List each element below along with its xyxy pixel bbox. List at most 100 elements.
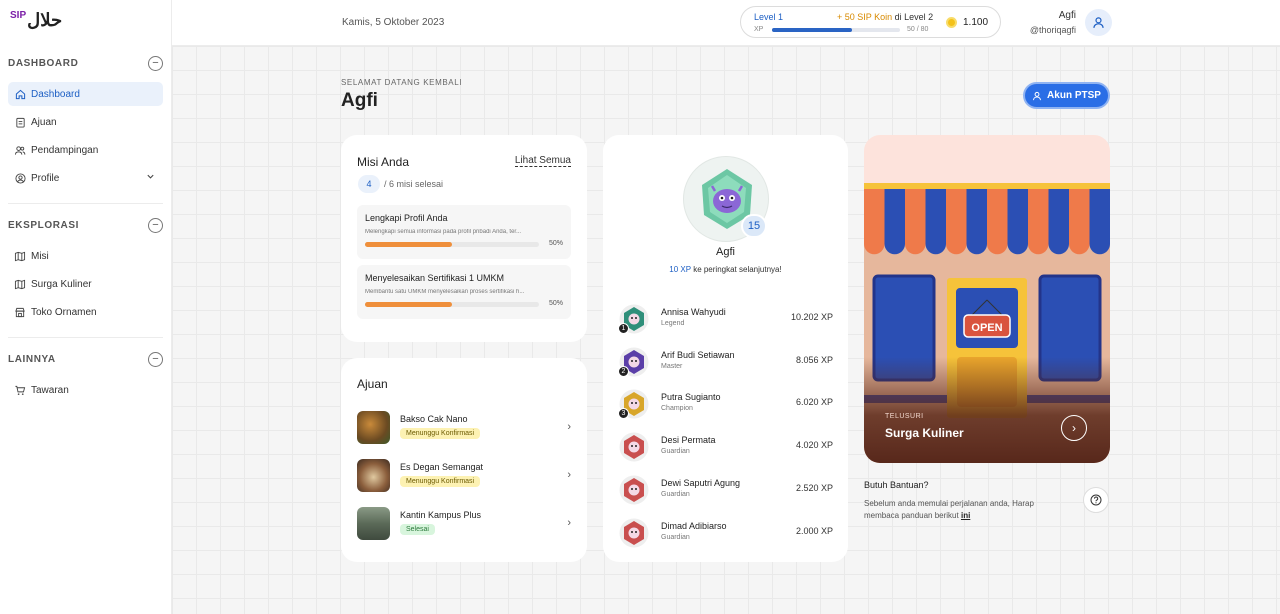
top-header: Kamis, 5 Oktober 2023 Level 1 + 50 SIP K… xyxy=(172,0,1280,46)
sidebar-divider xyxy=(8,337,163,338)
mission-item[interactable]: Lengkapi Profil Anda Melengkapi semua in… xyxy=(357,205,571,259)
map-icon xyxy=(14,250,26,262)
leaderboard-card: 15 Agfi 10 XP ke peringkat selanjutnya! … xyxy=(603,135,848,562)
rank-next-text: 10 XP ke peringkat selanjutnya! xyxy=(603,265,848,274)
chevron-right-icon[interactable]: › xyxy=(567,469,571,481)
avatar-button[interactable] xyxy=(1085,9,1112,36)
sidebar-item-pendampingan[interactable]: Pendampingan xyxy=(8,138,163,162)
see-all-link[interactable]: Lihat Semua xyxy=(514,155,571,167)
mission-progress-fill xyxy=(365,302,452,307)
user-circle-icon xyxy=(14,172,26,184)
cart-icon xyxy=(14,384,26,396)
leaderboard-row[interactable]: Desi Permata Guardian 4.020 XP xyxy=(619,430,833,464)
awning-stripe xyxy=(905,189,926,255)
user-name: Agfi xyxy=(1058,10,1076,21)
user-handle: @thoriqagfi xyxy=(1029,25,1076,35)
tier-badge-icon xyxy=(619,475,649,505)
explore-kicker: TELUSURI xyxy=(885,413,924,420)
leader-name: Dewi Saputri Agung xyxy=(661,477,741,488)
section-title: LAINNYA xyxy=(8,354,56,365)
leader-xp: 4.020 XP xyxy=(795,440,833,451)
chevron-right-icon[interactable]: › xyxy=(567,517,571,529)
leader-name: Dimad Adibiarso xyxy=(661,520,727,531)
help-button[interactable] xyxy=(1083,487,1109,513)
leaderboard-row[interactable]: 1 Annisa Wahyudi Legend 10.202 XP xyxy=(618,302,833,336)
chevron-right-icon[interactable]: › xyxy=(567,421,571,433)
leader-tier: Guardian xyxy=(661,490,690,498)
bonus-coins: + 50 SIP Koin xyxy=(837,12,893,22)
bonus-target: di Level 2 xyxy=(894,12,934,22)
akun-ptsp-button[interactable]: Akun PTSP xyxy=(1023,82,1110,109)
missions-card: Misi Anda Lihat Semua 4 / 6 misi selesai… xyxy=(341,135,587,342)
akun-ptsp-label: Akun PTSP xyxy=(1047,90,1101,101)
chevron-down-icon[interactable] xyxy=(146,172,155,184)
sidebar-item-label: Profile xyxy=(31,172,60,184)
sidebar-item-profile[interactable]: Profile xyxy=(8,166,163,190)
sidebar-item-tawaran[interactable]: Tawaran xyxy=(8,378,163,402)
section-eksplorasi: EKSPLORASI − xyxy=(8,218,163,233)
awning-stripe xyxy=(1089,189,1110,255)
section-title: EKSPLORASI xyxy=(8,220,80,231)
leader-name: Arif Budi Setiawan xyxy=(661,349,735,360)
sidebar-item-toko-ornamen[interactable]: Toko Ornamen xyxy=(8,300,163,324)
leader-name: Desi Permata xyxy=(661,435,716,446)
ajuan-name: Bakso Cak Nano xyxy=(400,414,468,424)
collapse-icon[interactable]: − xyxy=(148,218,163,233)
clipboard-icon xyxy=(14,116,26,128)
page-title: Agfi xyxy=(341,90,378,111)
rank-level-badge: 15 xyxy=(741,214,767,238)
level-progress-widget[interactable]: Level 1 + 50 SIP Koin di Level 2 XP 50 /… xyxy=(740,6,1001,38)
collapse-icon[interactable]: − xyxy=(148,352,163,367)
chevron-right-icon[interactable]: › xyxy=(1061,415,1087,441)
help-description: Sebelum anda memulai perjalanan anda, Ha… xyxy=(864,499,1034,520)
food-thumbnail xyxy=(357,459,390,492)
users-icon xyxy=(14,144,26,156)
app-logo[interactable]: SIP حلال xyxy=(10,10,62,30)
collapse-icon[interactable]: − xyxy=(148,56,163,71)
explore-card[interactable]: OPEN TELUSURI Surga Kuliner › xyxy=(864,135,1110,463)
awning-stripe xyxy=(884,189,905,255)
mission-progress-fill xyxy=(365,242,452,247)
help-title: Butuh Bantuan? xyxy=(864,480,929,490)
leaderboard-row[interactable]: 3 Putra Sugianto Champion 6.020 XP xyxy=(618,387,833,421)
sidebar-item-dashboard[interactable]: Dashboard xyxy=(8,82,163,106)
welcome-subtitle: SELAMAT DATANG KEMBALI xyxy=(341,78,463,87)
mission-progress-bar xyxy=(365,302,539,307)
xp-progress-fill xyxy=(772,28,852,32)
map-fold-icon xyxy=(14,278,26,290)
ajuan-name: Es Degan Semangat xyxy=(400,462,484,472)
ajuan-title: Ajuan xyxy=(357,377,388,391)
ajuan-row[interactable]: Es Degan Semangat Menunggu Konfirmasi › xyxy=(357,459,571,493)
leaderboard-row[interactable]: Dimad Adibiarso Guardian 2.000 XP xyxy=(619,516,833,550)
leaderboard-row[interactable]: Dewi Saputri Agung Guardian 2.520 XP xyxy=(619,473,833,507)
ajuan-row[interactable]: Bakso Cak Nano Menunggu Konfirmasi › xyxy=(357,411,571,445)
open-sign: OPEN xyxy=(971,322,1002,334)
leader-tier: Champion xyxy=(661,405,693,413)
mission-title: Menyelesaikan Sertifikasi 1 UMKM xyxy=(365,273,505,283)
ajuan-row[interactable]: Kantin Kampus Plus Selesai › xyxy=(357,507,571,541)
rank-position: 2 xyxy=(618,365,629,377)
mission-percent: 50% xyxy=(548,300,563,307)
logo-sip: SIP xyxy=(10,10,27,21)
leader-xp: 10.202 XP xyxy=(790,312,833,322)
awning-stripe xyxy=(864,189,885,255)
sidebar-item-label: Misi xyxy=(31,250,49,262)
leaderboard-row[interactable]: 2 Arif Budi Setiawan Master 8.056 XP xyxy=(618,345,833,379)
awning-stripe xyxy=(987,189,1008,255)
tier-badge-icon xyxy=(619,518,649,547)
awning-stripe xyxy=(966,189,987,255)
next-xp-label: ke peringkat selanjutnya! xyxy=(693,265,782,274)
help-link[interactable]: ini xyxy=(961,511,970,520)
awning-stripe xyxy=(1048,189,1069,255)
sidebar-item-ajuan[interactable]: Ajuan xyxy=(8,110,163,134)
leader-xp: 6.020 XP xyxy=(795,397,833,408)
leader-tier: Guardian xyxy=(661,533,690,541)
status-badge: Menunggu Konfirmasi xyxy=(400,428,481,439)
section-title: DASHBOARD xyxy=(8,58,79,69)
section-dashboard: DASHBOARD − xyxy=(8,56,163,71)
sidebar-item-misi[interactable]: Misi xyxy=(8,244,163,268)
ajuan-card: Ajuan Bakso Cak Nano Menunggu Konfirmasi… xyxy=(341,358,587,562)
sidebar-item-label: Tawaran xyxy=(31,384,69,396)
sidebar-item-surga-kuliner[interactable]: Surga Kuliner xyxy=(8,272,163,296)
mission-item[interactable]: Menyelesaikan Sertifikasi 1 UMKM Membant… xyxy=(357,265,571,319)
